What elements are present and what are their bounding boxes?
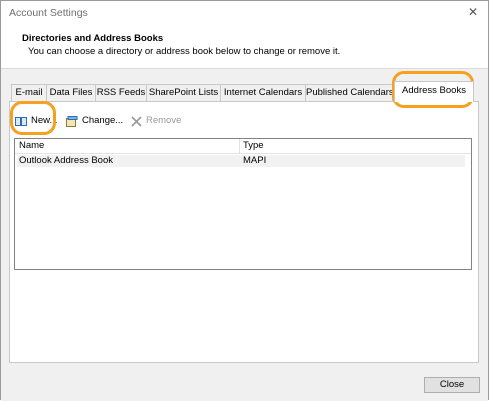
dialog-footer: Close bbox=[1, 370, 488, 401]
tab-internet-calendars[interactable]: Internet Calendars bbox=[220, 84, 306, 101]
tab-rss-feeds[interactable]: RSS Feeds bbox=[95, 84, 147, 101]
dialog-header: Directories and Address Books You can ch… bbox=[1, 25, 488, 68]
column-divider bbox=[239, 139, 240, 153]
row-name: Outlook Address Book bbox=[19, 155, 113, 166]
tab-sharepoint-lists[interactable]: SharePoint Lists bbox=[146, 84, 221, 101]
column-header-name[interactable]: Name bbox=[19, 140, 44, 151]
tab-strip: E-mail Data Files RSS Feeds SharePoint L… bbox=[11, 81, 481, 102]
window-title: Account Settings bbox=[9, 7, 88, 19]
change-button-label: Change... bbox=[82, 115, 124, 126]
header-heading: Directories and Address Books bbox=[22, 33, 164, 44]
toolbar: New... Change... Remove bbox=[10, 112, 478, 130]
change-button[interactable]: Change... bbox=[66, 112, 123, 130]
account-settings-dialog: Account Settings ✕ Directories and Addre… bbox=[0, 0, 489, 401]
tab-data-files[interactable]: Data Files bbox=[46, 84, 96, 101]
title-bar: Account Settings ✕ bbox=[1, 1, 488, 25]
row-type: MAPI bbox=[243, 155, 267, 166]
dialog-body: E-mail Data Files RSS Feeds SharePoint L… bbox=[1, 68, 488, 371]
column-header-type[interactable]: Type bbox=[243, 140, 264, 151]
tab-email[interactable]: E-mail bbox=[11, 84, 47, 101]
list-item[interactable]: Outlook Address Book MAPI bbox=[17, 155, 465, 167]
header-subtext: You can choose a directory or address bo… bbox=[28, 46, 341, 57]
list-header: Name Type bbox=[15, 139, 471, 154]
tab-published-calendars[interactable]: Published Calendars bbox=[305, 84, 393, 101]
close-window-icon[interactable]: ✕ bbox=[466, 5, 480, 19]
remove-button-label: Remove bbox=[146, 115, 182, 126]
address-books-panel: New... Change... Remove Name Type Outloo… bbox=[9, 101, 479, 363]
remove-x-icon bbox=[131, 115, 142, 127]
address-book-icon bbox=[15, 116, 27, 127]
remove-button[interactable]: Remove bbox=[131, 112, 181, 130]
tab-address-books[interactable]: Address Books bbox=[394, 81, 474, 102]
new-button[interactable]: New... bbox=[15, 112, 57, 130]
close-button[interactable]: Close bbox=[424, 377, 480, 393]
new-button-label: New... bbox=[31, 115, 58, 126]
change-icon bbox=[66, 115, 78, 127]
address-book-list: Name Type Outlook Address Book MAPI bbox=[14, 138, 472, 270]
